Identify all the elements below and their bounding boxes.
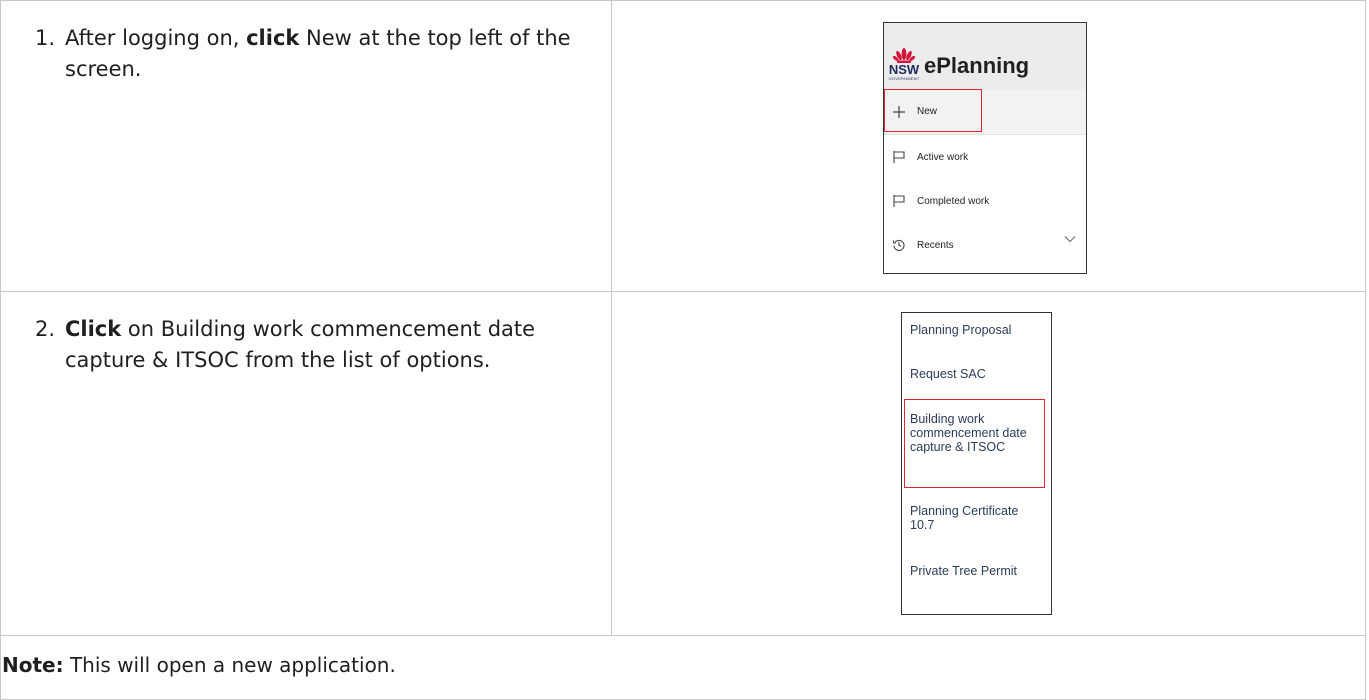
step-row-2: 2. Click on Building work commencement d…: [0, 291, 1366, 636]
note-cell: Note: This will open a new application.: [0, 635, 1366, 700]
step-2-image-cell: Planning Proposal Request SAC Building w…: [611, 291, 1366, 636]
nsw-government-logo: NSW GOVERNMENT: [888, 47, 920, 81]
flag-icon: [891, 193, 907, 209]
option-request-sac[interactable]: Request SAC: [910, 367, 1044, 381]
eplanning-menu-screenshot: NSW GOVERNMENT ePlanning New Active work: [883, 22, 1087, 274]
history-icon: [891, 237, 907, 253]
note-label: Note:: [2, 653, 64, 677]
building-work-highlight-box: [904, 399, 1045, 488]
menu-item-active-work[interactable]: Active work: [884, 135, 1086, 179]
step-row-1: 1. After logging on, click New at the to…: [0, 0, 1366, 292]
step-2: 2. Click on Building work commencement d…: [1, 292, 611, 376]
note-text: This will open a new application.: [69, 653, 396, 677]
flag-icon: [891, 149, 907, 165]
step-1-keyword: click: [246, 26, 300, 50]
options-list-screenshot: Planning Proposal Request SAC Building w…: [901, 312, 1052, 615]
step-1-number: 1.: [35, 26, 56, 50]
menu-item-recents-label: Recents: [917, 239, 954, 251]
eplanning-brand: ePlanning: [924, 53, 1030, 78]
option-planning-certificate[interactable]: Planning Certificate 10.7: [910, 504, 1044, 532]
step-2-text: Click on Building work commencement date…: [65, 314, 605, 376]
menu-header: NSW GOVERNMENT ePlanning: [884, 23, 1086, 89]
step-1-image-cell: NSW GOVERNMENT ePlanning New Active work: [611, 0, 1366, 292]
new-highlight-box: [884, 89, 982, 132]
nsw-logo-text: NSW: [888, 62, 920, 77]
menu-item-recents[interactable]: Recents: [884, 223, 1086, 267]
option-private-tree-permit[interactable]: Private Tree Permit: [910, 564, 1044, 578]
instructions-table: 1. After logging on, click New at the to…: [0, 0, 1366, 700]
nsw-logo-subtext: GOVERNMENT: [888, 76, 920, 81]
option-planning-proposal[interactable]: Planning Proposal: [910, 323, 1044, 337]
waratah-icon: [893, 48, 915, 63]
step-2-cell: 2. Click on Building work commencement d…: [0, 291, 612, 636]
step-2-text-after: on Building work commencement date captu…: [65, 317, 536, 372]
step-2-keyword: Click: [65, 317, 122, 341]
note-row: Note: This will open a new application.: [0, 635, 1366, 700]
step-1-cell: 1. After logging on, click New at the to…: [0, 0, 612, 292]
step-1-text: After logging on, click New at the top l…: [65, 23, 605, 85]
note: Note: This will open a new application.: [1, 636, 1365, 680]
step-2-number: 2.: [35, 317, 56, 341]
menu-item-completed-work[interactable]: Completed work: [884, 179, 1086, 223]
step-1: 1. After logging on, click New at the to…: [1, 1, 611, 85]
menu-item-completed-work-label: Completed work: [917, 195, 990, 207]
chevron-down-icon[interactable]: [1064, 235, 1076, 246]
step-1-text-before: After logging on,: [65, 26, 247, 50]
menu-item-active-work-label: Active work: [917, 151, 969, 163]
